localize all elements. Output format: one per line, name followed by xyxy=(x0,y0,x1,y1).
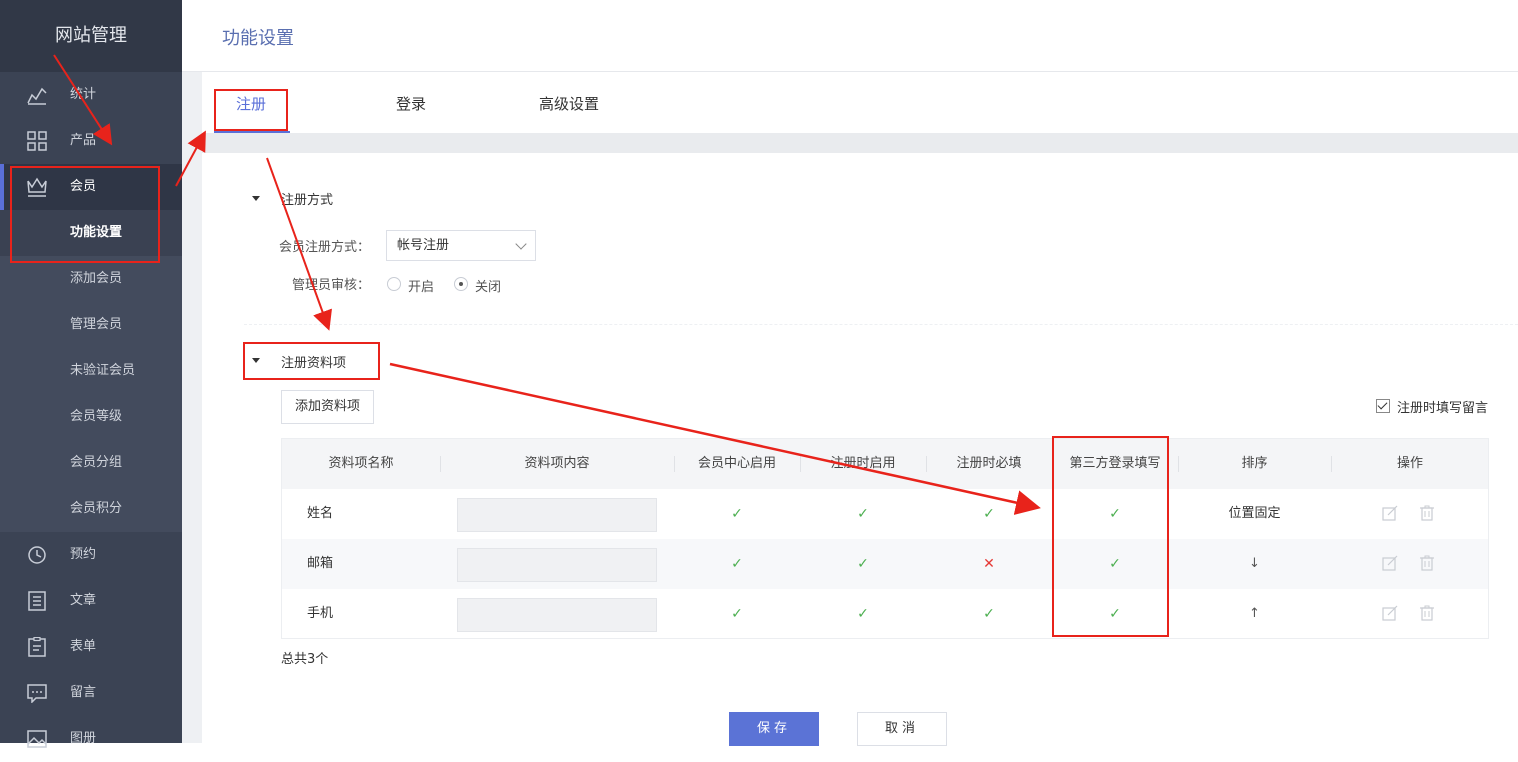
sidebar-subitem-unverified[interactable]: 未验证会员 xyxy=(0,348,182,394)
review-on-radio[interactable] xyxy=(387,277,401,291)
check-icon[interactable]: ✓ xyxy=(674,539,800,589)
image-icon xyxy=(27,730,47,748)
annotation-box-members xyxy=(10,166,160,263)
sidebar-subitem-groups[interactable]: 会员分组 xyxy=(0,440,182,486)
sidebar-item-albums[interactable]: 图册 xyxy=(0,716,182,762)
col-header: 会员中心启用 xyxy=(697,456,776,471)
sidebar-item-forms[interactable]: 表单 xyxy=(0,624,182,670)
sidebar-item-label: 会员分组 xyxy=(70,455,123,470)
sidebar: 网站管理 统计 产品 会员 功能设置 添加会员 管理会员 未验证会员 会员等级 … xyxy=(0,0,182,748)
leave-message-label: 注册时填写留言 xyxy=(1397,401,1489,416)
table-row: 邮箱 ✓ ✓ ✕ ✓ ↓ xyxy=(282,539,1488,589)
field-content-input[interactable] xyxy=(457,598,657,632)
cross-icon[interactable]: ✕ xyxy=(926,539,1052,589)
stats-icon xyxy=(27,87,47,105)
sidebar-brand: 网站管理 xyxy=(0,0,182,72)
sidebar-item-label: 产品 xyxy=(70,133,97,148)
sidebar-item-stats[interactable]: 统计 xyxy=(0,72,182,118)
sidebar-item-label: 统计 xyxy=(70,87,97,102)
sidebar-item-products[interactable]: 产品 xyxy=(0,118,182,164)
check-icon[interactable]: ✓ xyxy=(674,489,800,539)
sidebar-item-label: 会员积分 xyxy=(70,501,123,516)
sidebar-item-label: 管理会员 xyxy=(70,317,123,332)
table-row: 姓名 ✓ ✓ ✓ ✓ 位置固定 xyxy=(282,489,1488,539)
field-content-input[interactable] xyxy=(457,548,657,582)
sidebar-subitem-points[interactable]: 会员积分 xyxy=(0,486,182,532)
check-icon[interactable]: ✓ xyxy=(800,489,926,539)
review-on-label: 开启 xyxy=(408,280,435,295)
clock-icon xyxy=(28,546,46,564)
field-name: 姓名 xyxy=(307,506,334,521)
sidebar-item-messages[interactable]: 留言 xyxy=(0,670,182,716)
content-gutter xyxy=(182,0,202,743)
review-off-radio[interactable] xyxy=(454,277,468,291)
tab-advanced[interactable]: 高级设置 xyxy=(539,93,599,114)
total-count: 总共3个 xyxy=(281,652,329,667)
table-row: 手机 ✓ ✓ ✓ ✓ ↑ xyxy=(282,589,1488,639)
annotation-box-register-fields xyxy=(243,342,380,380)
sort-down-arrow-icon[interactable]: ↓ xyxy=(1178,539,1331,589)
clipboard-icon xyxy=(28,637,46,657)
field-name: 手机 xyxy=(307,606,334,621)
section-divider xyxy=(244,324,1518,325)
list-icon xyxy=(28,591,46,611)
check-icon[interactable]: ✓ xyxy=(674,589,800,639)
section-register-method-title: 注册方式 xyxy=(281,193,334,208)
collapse-caret-icon[interactable] xyxy=(252,196,260,201)
sidebar-item-label: 预约 xyxy=(70,547,97,562)
trash-icon[interactable] xyxy=(1419,605,1435,621)
register-method-value: 帐号注册 xyxy=(397,238,450,253)
save-button[interactable]: 保存 xyxy=(729,712,819,746)
col-header: 注册时必填 xyxy=(956,456,1022,471)
sidebar-item-label: 文章 xyxy=(70,593,97,608)
sidebar-subitem-manage-members[interactable]: 管理会员 xyxy=(0,302,182,348)
sort-up-arrow-icon[interactable]: ↑ xyxy=(1178,589,1331,639)
sidebar-item-articles[interactable]: 文章 xyxy=(0,578,182,624)
message-icon xyxy=(27,684,47,703)
sidebar-item-label: 未验证会员 xyxy=(70,363,136,378)
check-icon[interactable]: ✓ xyxy=(800,539,926,589)
tab-login[interactable]: 登录 xyxy=(396,93,426,114)
tab-separator-band xyxy=(202,133,1518,153)
cancel-button[interactable]: 取消 xyxy=(857,712,947,746)
sort-fixed-label: 位置固定 xyxy=(1228,506,1281,521)
table-header: 资料项名称 资料项内容 会员中心启用 注册时启用 注册时必填 第三方登录填写 排… xyxy=(282,439,1488,489)
grid-icon xyxy=(27,131,47,151)
field-name: 邮箱 xyxy=(307,556,334,571)
tab-bar: 注册 登录 高级设置 xyxy=(202,73,1518,133)
page-title: 功能设置 xyxy=(222,28,294,49)
edit-icon[interactable] xyxy=(1382,605,1398,621)
check-icon[interactable]: ✓ xyxy=(926,489,1052,539)
col-header: 资料项名称 xyxy=(328,456,394,471)
check-icon[interactable]: ✓ xyxy=(800,589,926,639)
admin-review-label: 管理员审核： xyxy=(291,278,370,293)
annotation-box-third-party-column xyxy=(1052,436,1169,637)
edit-icon[interactable] xyxy=(1382,555,1398,571)
check-icon[interactable]: ✓ xyxy=(926,589,1052,639)
col-header: 操作 xyxy=(1396,456,1423,471)
col-header: 注册时启用 xyxy=(830,456,896,471)
trash-icon[interactable] xyxy=(1419,555,1435,571)
add-field-button[interactable]: 添加资料项 xyxy=(281,390,374,424)
trash-icon[interactable] xyxy=(1419,505,1435,521)
chevron-down-icon xyxy=(515,238,527,250)
col-header: 资料项内容 xyxy=(524,456,590,471)
edit-icon[interactable] xyxy=(1382,505,1398,521)
sidebar-item-label: 会员等级 xyxy=(70,409,123,424)
sidebar-item-label: 图册 xyxy=(70,731,97,746)
sidebar-item-label: 添加会员 xyxy=(70,271,123,286)
register-method-select[interactable]: 帐号注册 xyxy=(386,230,536,261)
sidebar-item-booking[interactable]: 预约 xyxy=(0,532,182,578)
review-off-label: 关闭 xyxy=(475,280,502,295)
col-header: 排序 xyxy=(1241,456,1268,471)
top-bar: 功能设置 xyxy=(182,0,1518,72)
sidebar-item-label: 留言 xyxy=(70,685,97,700)
sidebar-item-label: 表单 xyxy=(70,639,97,654)
sidebar-subitem-levels[interactable]: 会员等级 xyxy=(0,394,182,440)
leave-message-checkbox[interactable] xyxy=(1376,399,1390,413)
fields-table: 资料项名称 资料项内容 会员中心启用 注册时启用 注册时必填 第三方登录填写 排… xyxy=(281,438,1489,639)
annotation-box-register-tab xyxy=(214,89,288,131)
field-content-input[interactable] xyxy=(457,498,657,532)
register-method-label: 会员注册方式： xyxy=(278,240,370,255)
